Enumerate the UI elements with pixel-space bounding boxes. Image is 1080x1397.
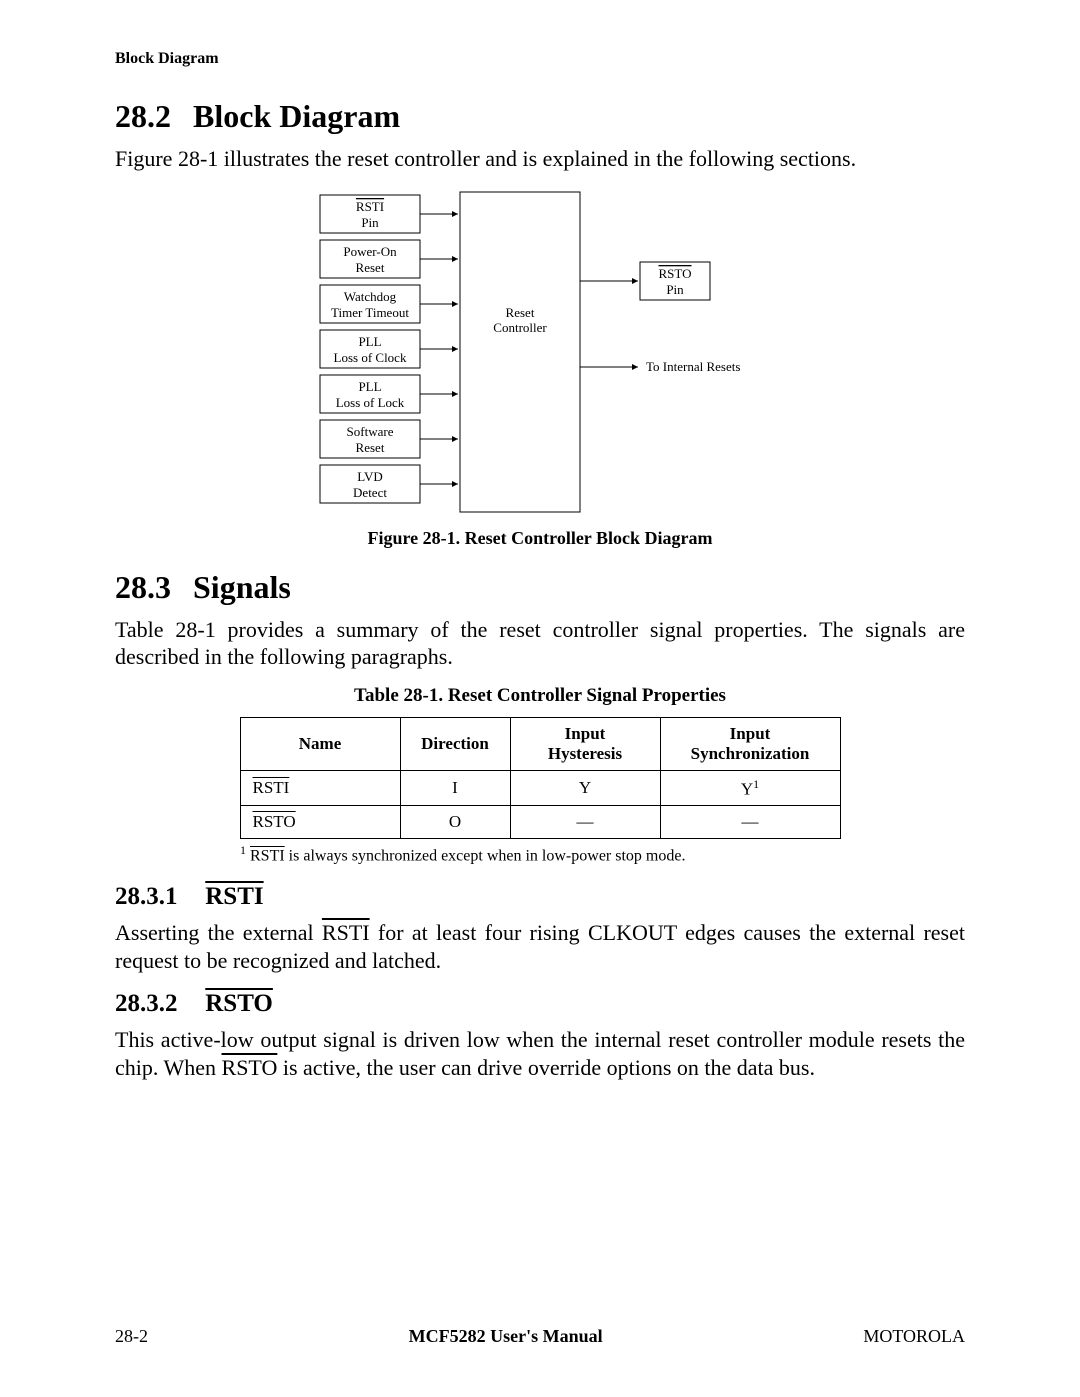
sync-value: Y	[741, 779, 753, 798]
section-title: Signals	[193, 569, 291, 605]
section-number: 28.3	[115, 569, 185, 606]
section-number: 28.2	[115, 98, 185, 135]
signal-name: RSTI	[322, 920, 370, 945]
diagram-output-1-label: To Internal Resets	[646, 359, 740, 374]
figure-28-1-caption: Figure 28-1. Reset Controller Block Diag…	[115, 528, 965, 549]
th-direction: Direction	[400, 717, 510, 770]
footnote-signal: RSTI	[250, 847, 285, 864]
td-direction: O	[400, 806, 510, 839]
section-title: Block Diagram	[193, 98, 400, 134]
section-title: RSTI	[205, 883, 263, 910]
diagram-core-line1: Reset	[506, 305, 535, 320]
table-row: RSTI I Y Y1	[240, 770, 840, 806]
body-text: Asserting the external	[115, 920, 322, 945]
th-input-hysteresis: Input Hysteresis	[510, 717, 660, 770]
body-text: is active, the user can drive override o…	[277, 1055, 815, 1080]
diagram-input-3-line2: Loss of Clock	[334, 350, 407, 365]
section-28-3-1-body: Asserting the external RSTI for at least…	[115, 919, 965, 974]
td-sync: —	[660, 806, 840, 839]
diagram-output-0-line2: Pin	[666, 282, 684, 297]
signal-name: RSTO	[253, 812, 296, 831]
table-28-1: Name Direction Input Hysteresis Input Sy…	[240, 717, 841, 840]
diagram-input-5-line1: Software	[347, 424, 394, 439]
section-28-3-2-heading: 28.3.2 RSTO	[115, 990, 965, 1018]
diagram-input-6-line1: LVD	[357, 469, 383, 484]
th-name: Name	[240, 717, 400, 770]
section-number: 28.3.2	[115, 990, 199, 1018]
diagram-input-5-line2: Reset	[356, 440, 385, 455]
section-28-2-heading: 28.2 Block Diagram	[115, 98, 965, 135]
signal-name: RSTI	[253, 778, 290, 797]
document-page: Block Diagram 28.2 Block Diagram Figure …	[0, 0, 1080, 1397]
section-28-3-heading: 28.3 Signals	[115, 569, 965, 606]
diagram-output-0-line1: RSTO	[659, 266, 692, 281]
td-hysteresis: —	[510, 806, 660, 839]
running-header: Block Diagram	[115, 50, 965, 68]
diagram-input-4-line2: Loss of Lock	[336, 395, 405, 410]
signal-name: RSTO	[222, 1055, 278, 1080]
reset-controller-block-diagram: .box { fill:#fff; stroke:#000; stroke-wi…	[310, 187, 770, 522]
diagram-input-0-line2: Pin	[361, 215, 379, 230]
footnote-ref: 1	[753, 777, 759, 791]
diagram-input-2-line1: Watchdog	[344, 289, 397, 304]
diagram-svg: .box { fill:#fff; stroke:#000; stroke-wi…	[310, 187, 770, 517]
diagram-output-rsto: RSTO Pin	[580, 262, 710, 300]
diagram-input-1-line1: Power-On	[343, 244, 397, 259]
diagram-core-line2: Controller	[493, 320, 547, 335]
td-name: RSTO	[240, 806, 400, 839]
diagram-input-1-line2: Reset	[356, 260, 385, 275]
diagram-input-4-line1: PLL	[358, 379, 381, 394]
td-hysteresis: Y	[510, 770, 660, 806]
diagram-inputs: RSTI Pin Power-On Reset Watchdog Timer T…	[320, 195, 458, 503]
th-input-synchronization: Input Synchronization	[660, 717, 840, 770]
diagram-input-0-line1: RSTI	[356, 199, 384, 214]
section-28-3-intro: Table 28-1 provides a summary of the res…	[115, 616, 965, 671]
td-name: RSTI	[240, 770, 400, 806]
diagram-input-6-line2: Detect	[353, 485, 387, 500]
footer-page-number: 28-2	[115, 1326, 148, 1347]
section-title: RSTO	[205, 990, 273, 1017]
table-footnote: 1 RSTI is always synchronized except whe…	[240, 843, 840, 865]
diagram-input-2-line2: Timer Timeout	[331, 305, 409, 320]
footnote-text: is always synchronized except when in lo…	[285, 847, 686, 864]
table-28-1-caption: Table 28-1. Reset Controller Signal Prop…	[115, 685, 965, 707]
footer-company: MOTOROLA	[863, 1326, 965, 1347]
table-header-row: Name Direction Input Hysteresis Input Sy…	[240, 717, 840, 770]
td-sync: Y1	[660, 770, 840, 806]
diagram-input-3-line1: PLL	[358, 334, 381, 349]
footer-manual-title: MCF5282 User's Manual	[409, 1326, 603, 1347]
page-footer: 28-2 MCF5282 User's Manual MOTOROLA	[115, 1326, 965, 1347]
section-28-2-intro: Figure 28-1 illustrates the reset contro…	[115, 145, 965, 173]
diagram-output-internal-resets: To Internal Resets	[580, 359, 740, 374]
section-28-3-2-body: This active-low output signal is driven …	[115, 1026, 965, 1081]
td-direction: I	[400, 770, 510, 806]
section-number: 28.3.1	[115, 883, 199, 911]
section-28-3-1-heading: 28.3.1 RSTI	[115, 883, 965, 911]
table-row: RSTO O — —	[240, 806, 840, 839]
